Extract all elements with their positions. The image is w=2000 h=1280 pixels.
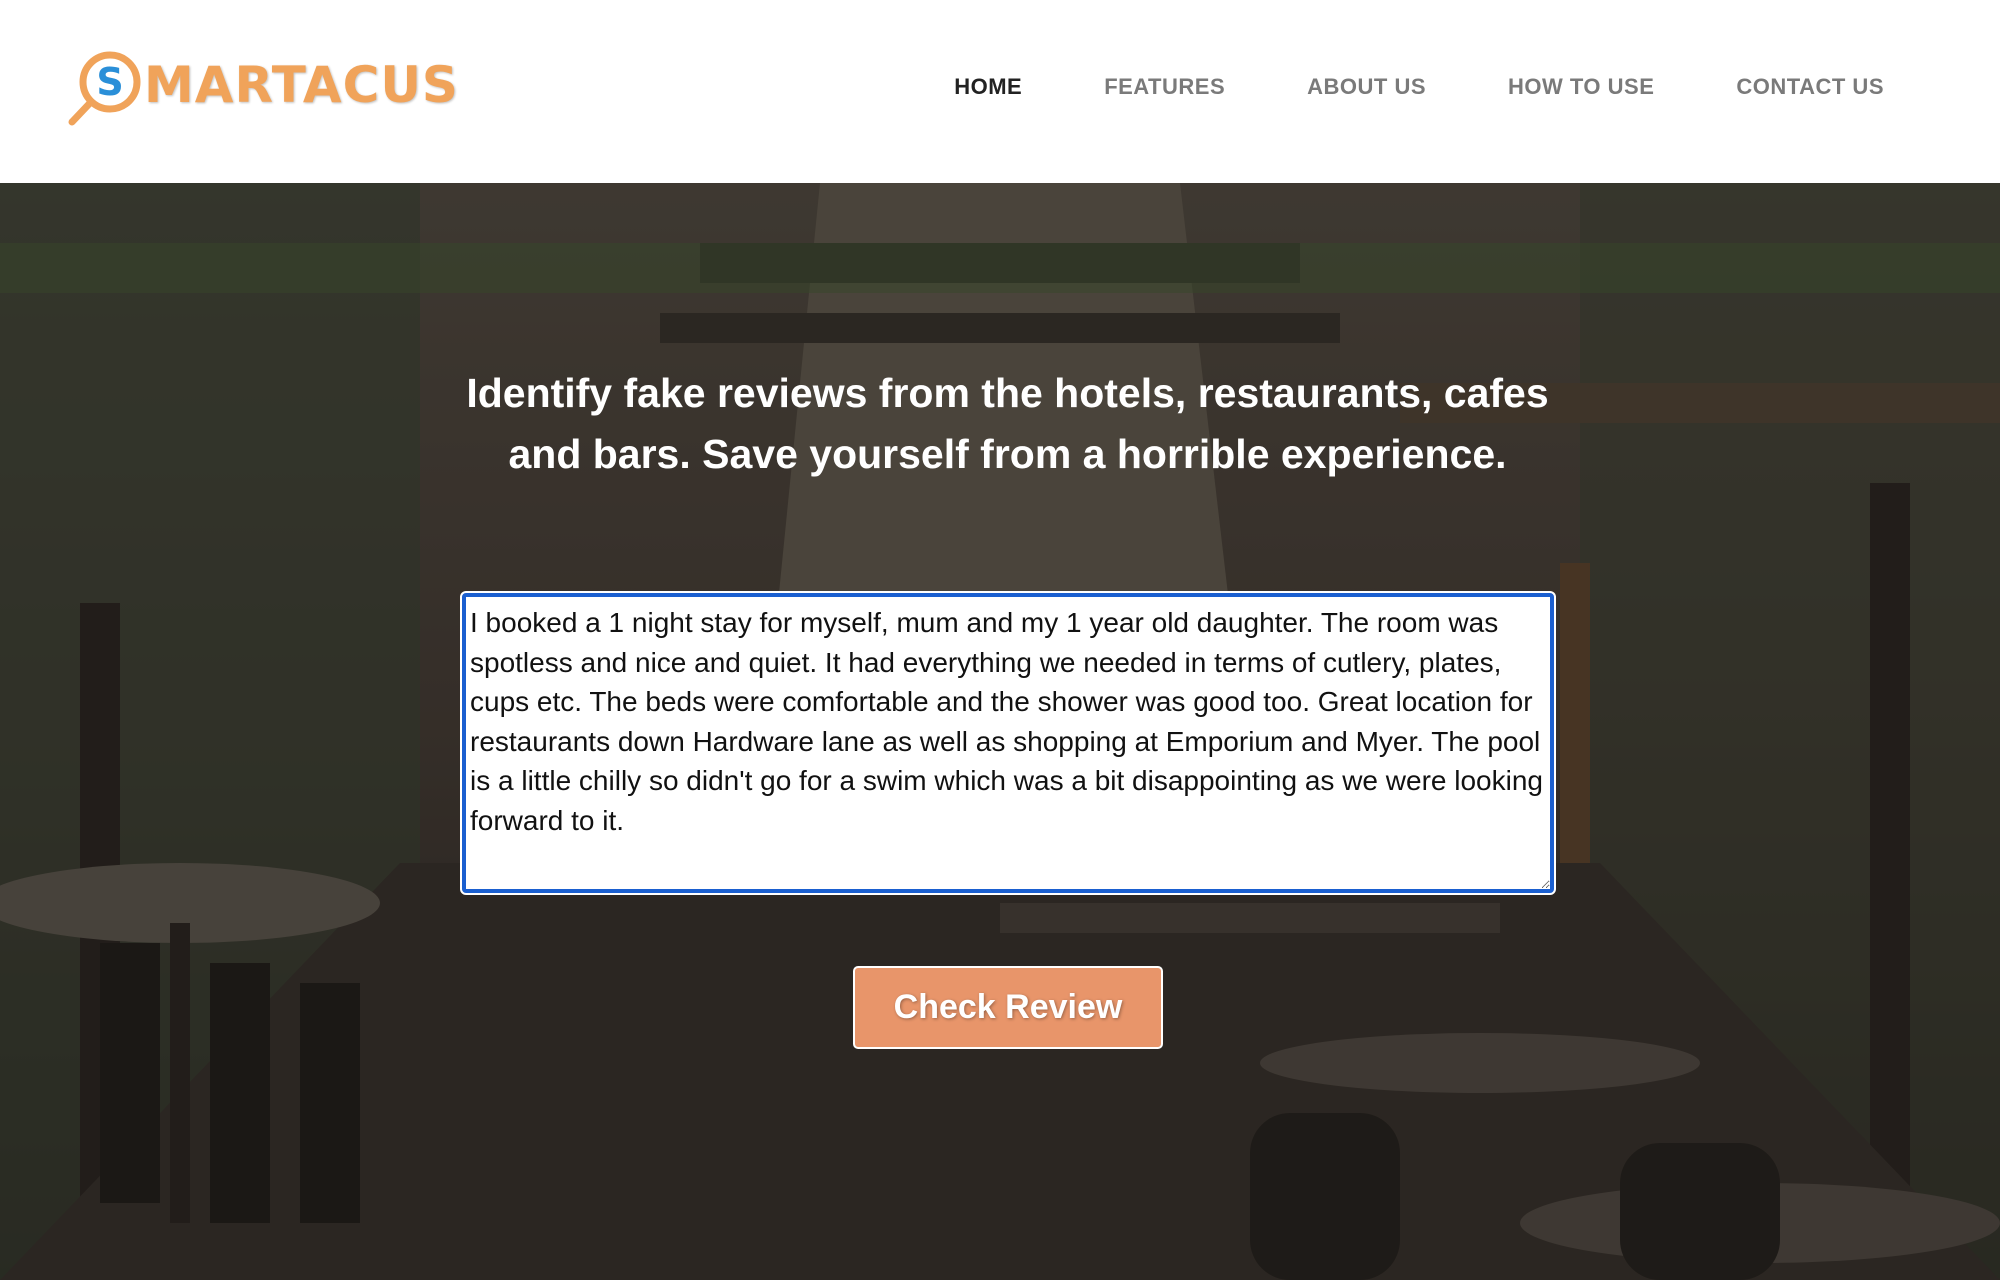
nav-link-home[interactable]: HOME <box>954 74 1022 100</box>
nav-link-how-to-use[interactable]: HOW TO USE <box>1508 74 1654 100</box>
logo-text: MARTACUS <box>144 56 459 114</box>
nav-menu: HOME FEATURES ABOUT US HOW TO USE CONTAC… <box>954 0 1884 173</box>
hero-headline: Identify fake reviews from the hotels, r… <box>466 370 1549 477</box>
nav-link-about-us[interactable]: ABOUT US <box>1307 74 1426 100</box>
logo-letter: S <box>96 60 123 104</box>
review-textarea[interactable]: I booked a 1 night stay for myself, mum … <box>462 593 1554 893</box>
hero-section: Identify fake reviews from the hotels, r… <box>0 183 2000 1280</box>
nav-link-contact-us[interactable]: CONTACT US <box>1736 74 1884 100</box>
check-review-button[interactable]: Check Review <box>853 966 1163 1049</box>
logo[interactable]: S MARTACUS <box>68 50 458 126</box>
navbar: S MARTACUS HOME FEATURES ABOUT US HOW TO… <box>0 0 2000 183</box>
magnifier-logo-icon: S <box>68 51 141 126</box>
nav-link-features[interactable]: FEATURES <box>1104 74 1225 100</box>
